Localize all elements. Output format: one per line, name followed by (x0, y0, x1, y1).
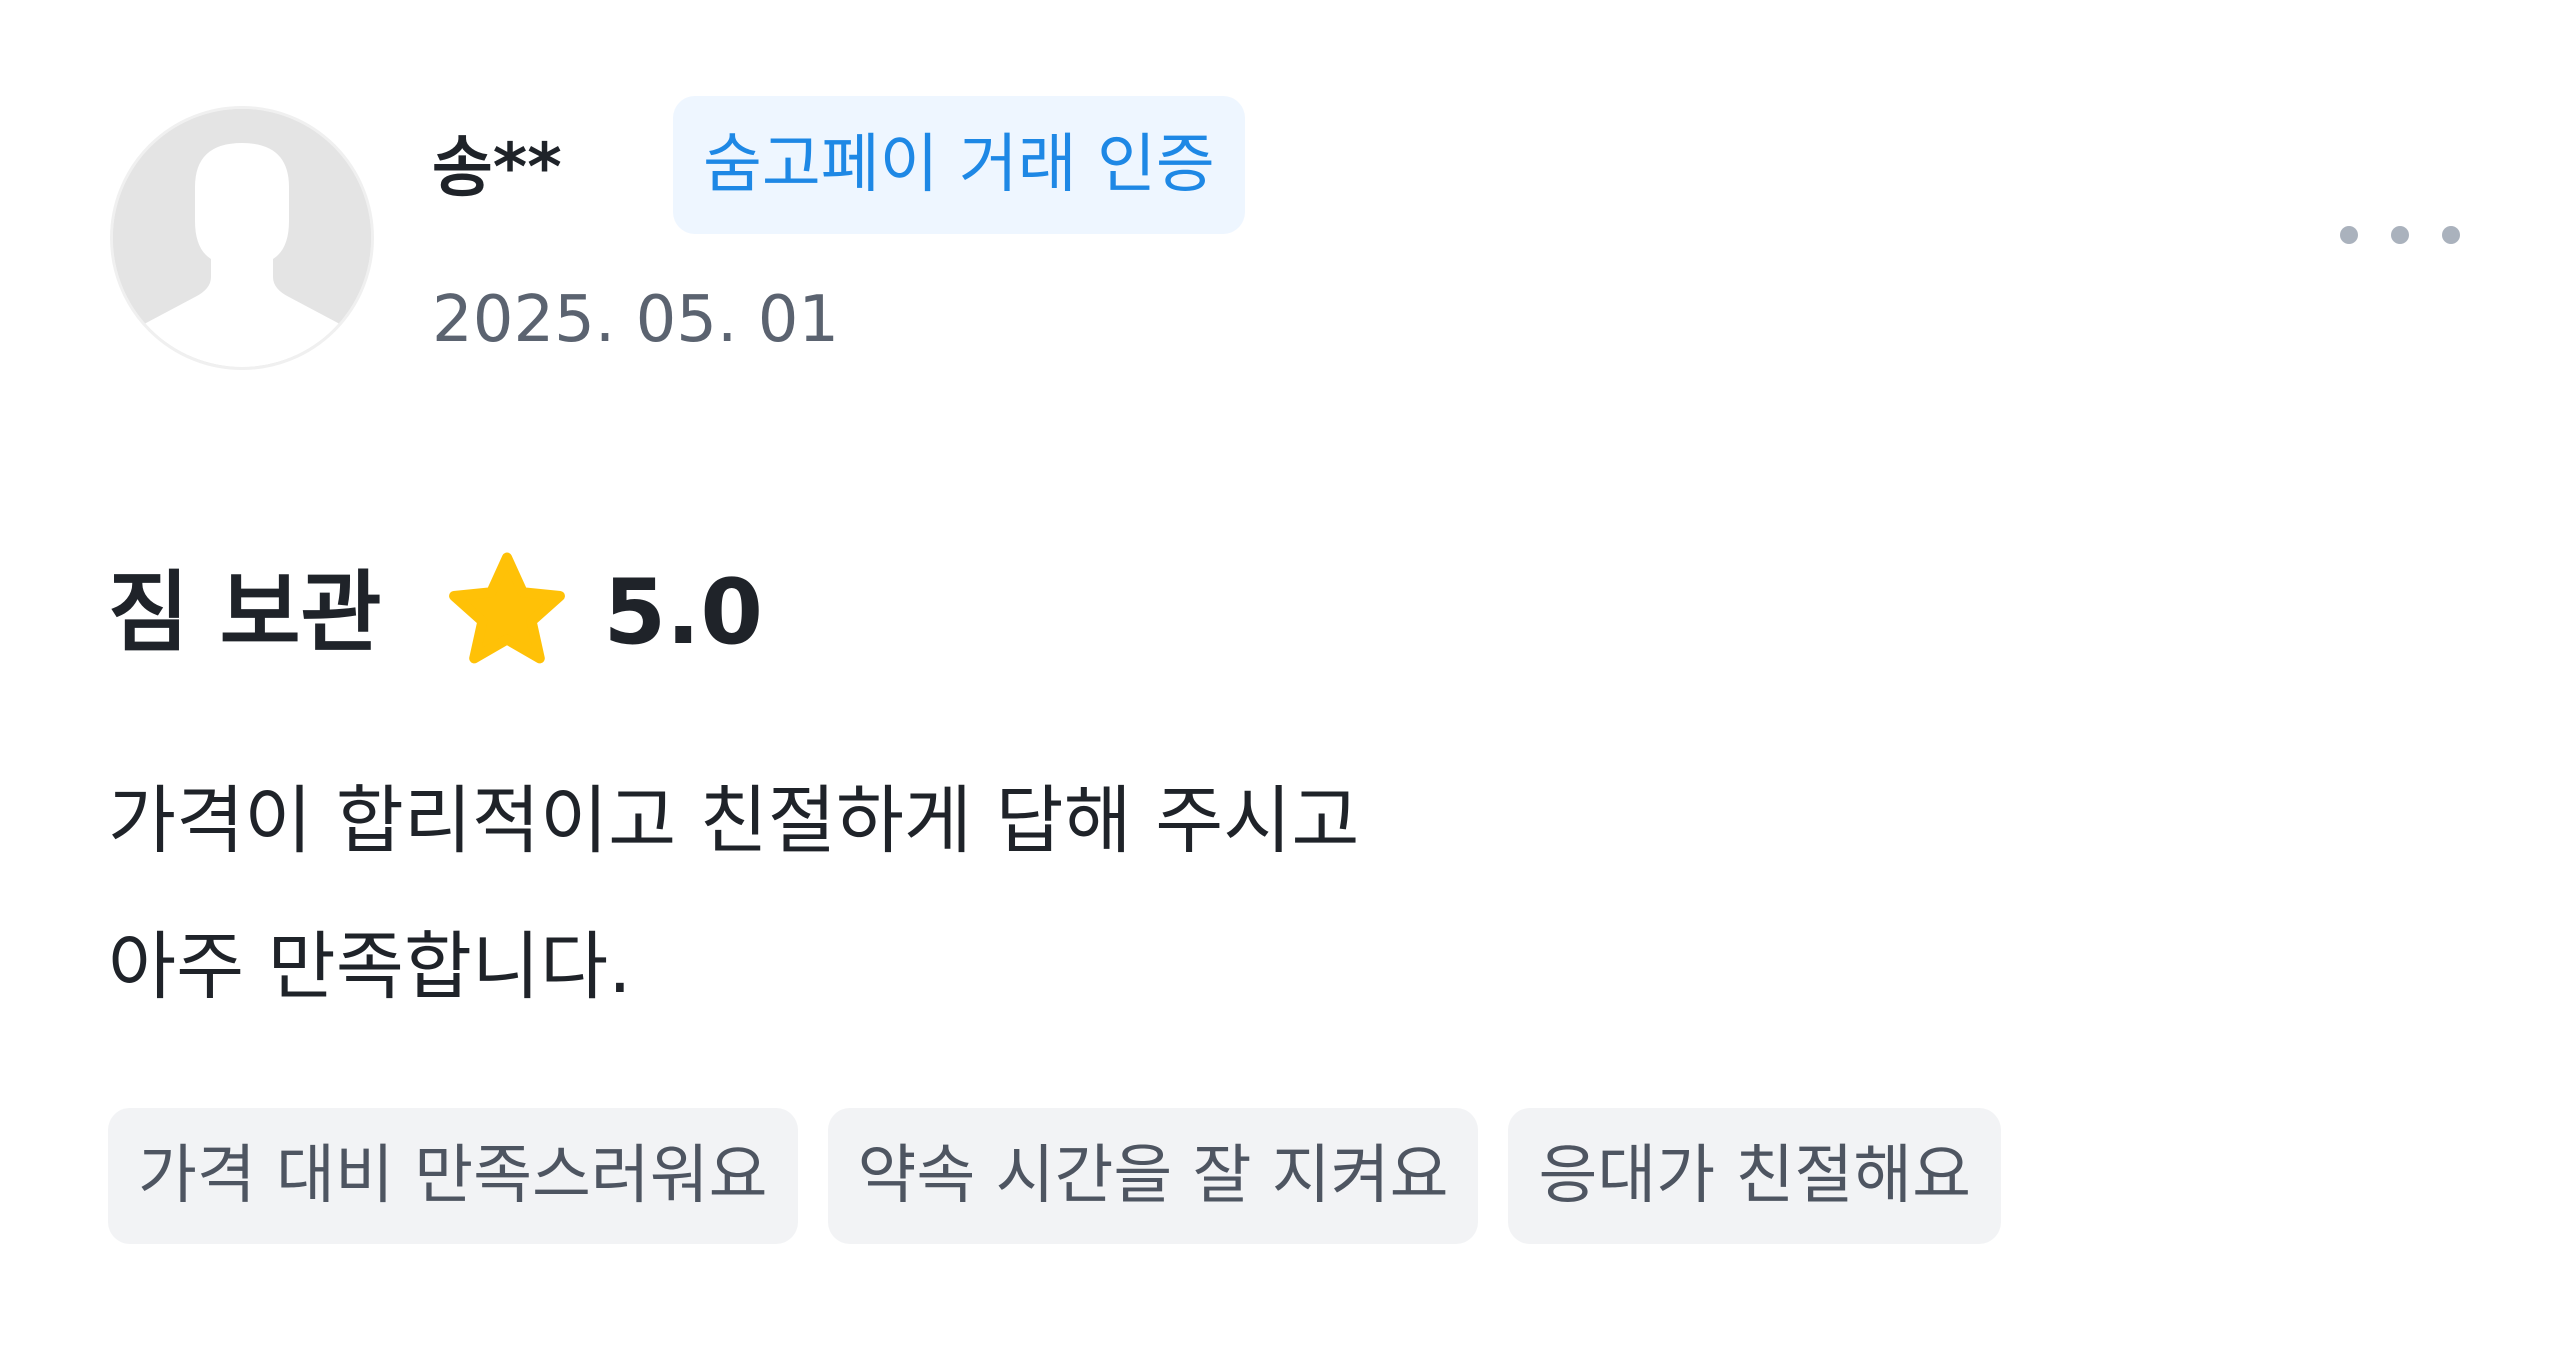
review-tags: 가격 대비 만족스러워요 약속 시간을 잘 지켜요 응대가 친절해요 (108, 1108, 2001, 1244)
service-rating-row: 짐 보관 5.0 (108, 548, 763, 678)
tag-punctual[interactable]: 약속 시간을 잘 지켜요 (827, 1108, 1479, 1244)
review-text: 가격이 합리적이고 친절하게 답해 주시고 아주 만족합니다. (108, 748, 1808, 1040)
star-icon (444, 550, 570, 676)
review-date: 2025. 05. 01 (432, 283, 840, 357)
more-options-icon-dot (2442, 226, 2460, 244)
review-text-line: 아주 만족합니다. (108, 924, 632, 1010)
review-text-line: 가격이 합리적이고 친절하게 답해 주시고 (108, 778, 1360, 864)
more-options-button[interactable] (2340, 210, 2460, 260)
soomgo-pay-verified-badge: 숨고페이 거래 인증 (673, 96, 1245, 234)
rating-value: 5.0 (603, 560, 763, 665)
user-name: 송** (432, 129, 562, 206)
avatar (110, 106, 374, 370)
tag-friendly-response[interactable]: 응대가 친절해요 (1508, 1108, 2001, 1244)
service-name: 짐 보관 (108, 561, 382, 664)
default-user-avatar-icon (113, 109, 371, 367)
review-card: 송** 숨고페이 거래 인증 2025. 05. 01 짐 보관 5.0 가격이… (0, 0, 2560, 1361)
more-options-icon-dot (2391, 226, 2409, 244)
tag-price-satisfaction[interactable]: 가격 대비 만족스러워요 (108, 1108, 798, 1244)
more-options-icon (2340, 226, 2358, 244)
